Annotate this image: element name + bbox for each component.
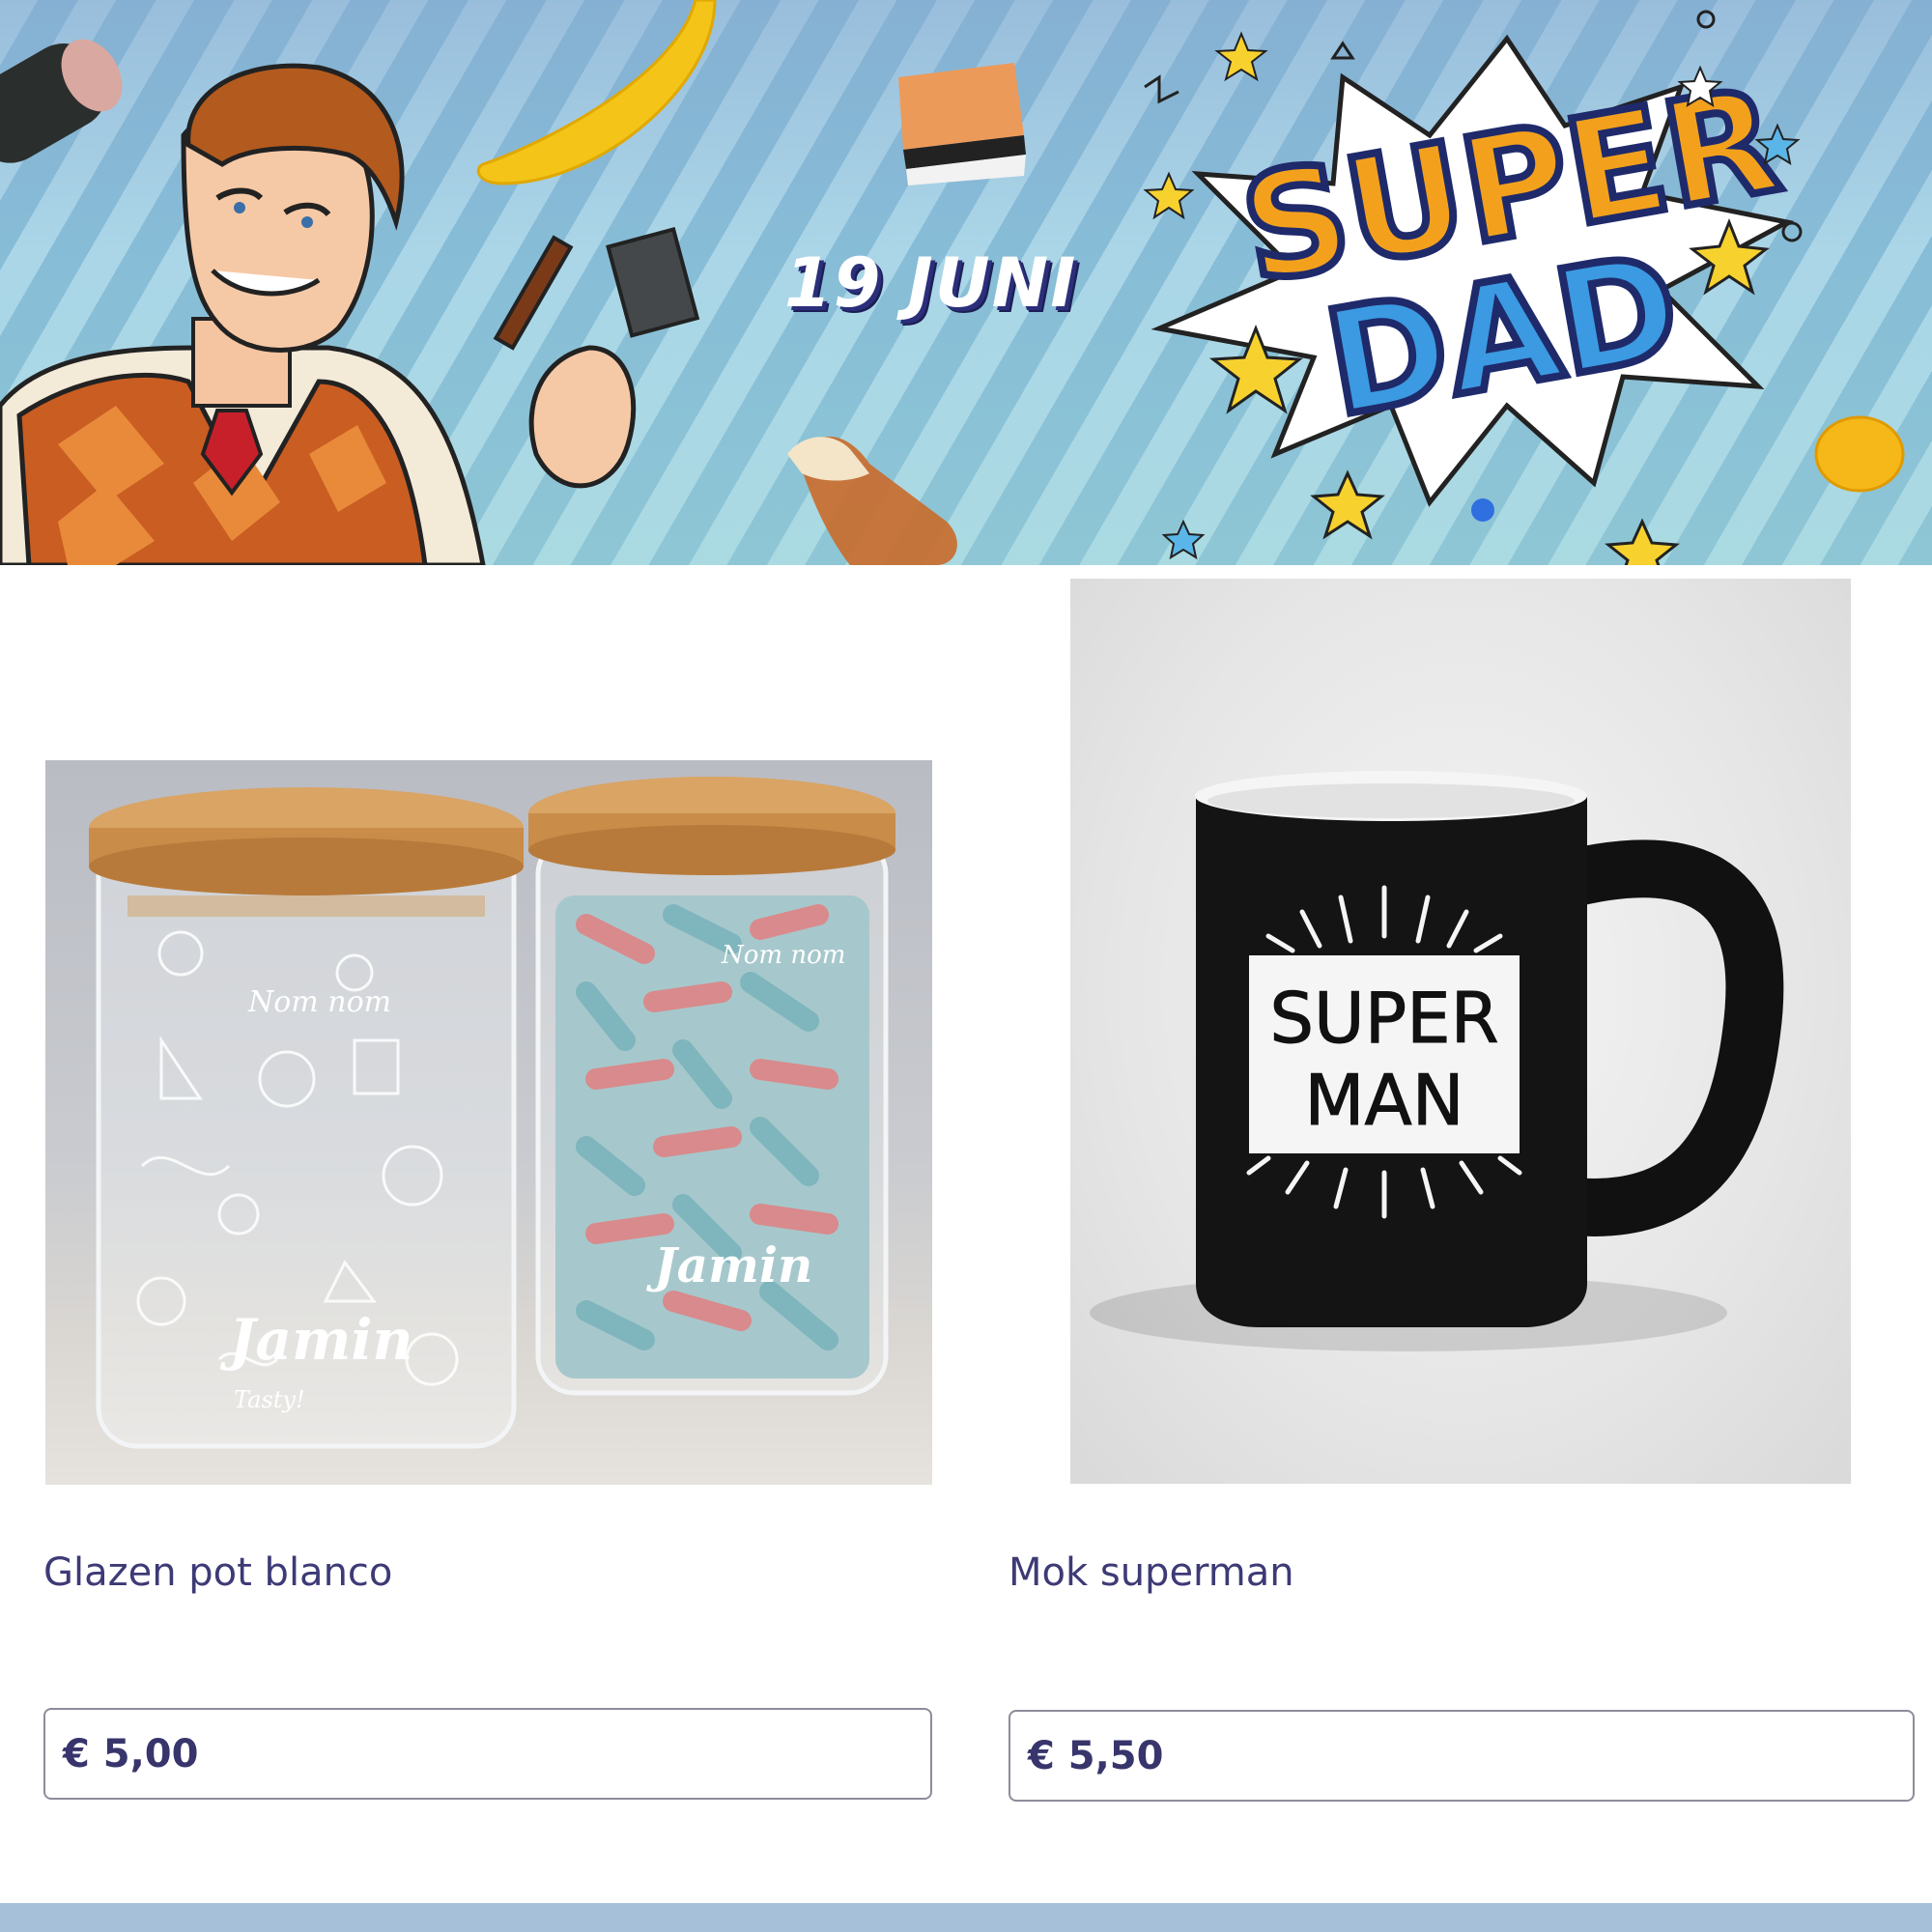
allsort-candy-icon: [898, 63, 1026, 185]
product-card-mug[interactable]: SUPER MAN Mok superman € 5,50: [966, 565, 1932, 1898]
super-dad-burst-icon: SUPER DAD: [1143, 10, 1803, 565]
mug-print-line1: SUPER: [1269, 978, 1498, 1059]
empty-jar-icon: Nom nom Jamin Tasty!: [89, 787, 524, 1449]
jar-label-jamin: Jamin: [219, 1307, 413, 1373]
price-field[interactable]: € 5,50: [1009, 1710, 1915, 1802]
svg-text:Jamin: Jamin: [646, 1236, 812, 1293]
price-field[interactable]: € 5,00: [43, 1708, 932, 1800]
svg-text:Nom nom: Nom nom: [721, 941, 845, 970]
banana-candy-icon: [476, 0, 717, 185]
product-card-glass-jar[interactable]: Nom nom Jamin Tasty! Nom nom Jamin Glaze…: [0, 565, 966, 1898]
price-value: € 5,50: [1028, 1733, 1164, 1778]
banner-date-text: 19 JUNI: [784, 243, 1078, 323]
product-title[interactable]: Glazen pot blanco: [43, 1550, 392, 1595]
mug-print-line2: MAN: [1304, 1060, 1463, 1141]
product-image-mug[interactable]: SUPER MAN: [1070, 579, 1851, 1484]
cola-bottle-candy-icon: [787, 436, 957, 565]
price-value: € 5,00: [63, 1731, 199, 1776]
licorice-candy-icon: [0, 39, 123, 163]
black-mug-photo: SUPER MAN: [1090, 771, 1784, 1351]
filled-jar-icon: Nom nom Jamin: [528, 777, 895, 1396]
product-title[interactable]: Mok superman: [1009, 1550, 1294, 1595]
yellow-candy-icon: [1814, 415, 1905, 493]
fathers-day-banner[interactable]: SUPER DAD 19 JUNI: [0, 0, 1932, 565]
footer-bar: [0, 1903, 1932, 1932]
product-image-glass-jars[interactable]: Nom nom Jamin Tasty! Nom nom Jamin: [45, 760, 932, 1485]
glass-jars-photo: Nom nom Jamin Tasty! Nom nom Jamin: [89, 777, 895, 1449]
jar-label-nom-nom: Nom nom: [247, 985, 391, 1019]
jar-label-tasty: Tasty!: [234, 1386, 305, 1413]
